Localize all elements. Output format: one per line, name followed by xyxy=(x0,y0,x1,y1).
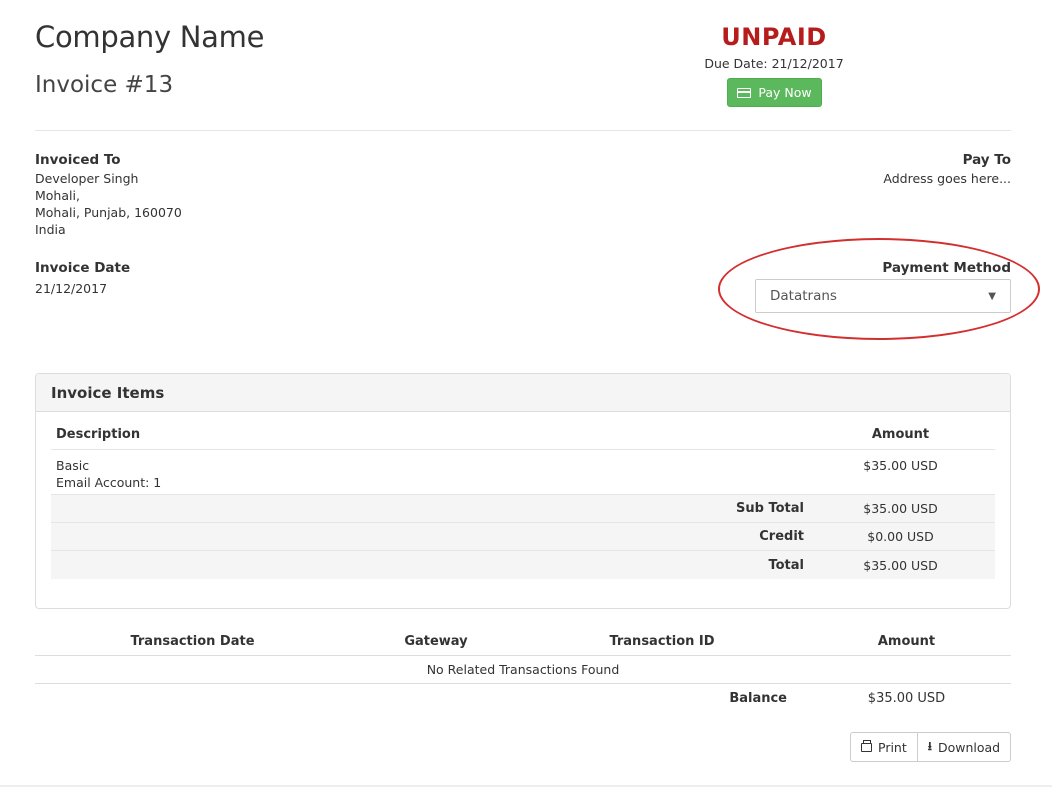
payment-method-select[interactable]: Datatrans ▼ xyxy=(755,279,1011,313)
credit-row: Credit $0.00 USD xyxy=(51,523,995,551)
invoice-items-panel: Invoice Items Description Amount Basic E… xyxy=(35,373,1011,609)
item-detail: Email Account: 1 xyxy=(56,475,162,490)
invoiced-to-line: India xyxy=(35,222,66,237)
balance-value: $35.00 USD xyxy=(867,690,946,706)
balance-row: Balance $35.00 USD xyxy=(35,684,1011,712)
column-header-amount: Amount xyxy=(877,634,936,649)
invoice-date-label: Invoice Date xyxy=(35,260,131,276)
credit-label: Credit xyxy=(759,529,804,544)
invoiced-to-line: Mohali, xyxy=(35,188,80,203)
item-name: Basic xyxy=(56,458,90,473)
invoiced-to-line: Mohali, Punjab, 160070 xyxy=(35,205,182,220)
invoice-date-value: 21/12/2017 xyxy=(35,281,108,296)
invoiced-to-section: Invoiced To Developer Singh Mohali, Moha… xyxy=(35,152,182,238)
table-row: Basic Email Account: 1 $35.00 USD xyxy=(51,450,995,495)
column-header-transaction-id: Transaction ID xyxy=(609,634,715,649)
footer-divider xyxy=(0,785,1052,787)
transactions-table: Transaction Date Gateway Transaction ID … xyxy=(35,628,1011,712)
column-header-amount: Amount xyxy=(871,427,930,442)
item-amount: $35.00 USD xyxy=(863,458,938,473)
print-button[interactable]: Print xyxy=(851,733,917,761)
header-divider xyxy=(35,130,1011,131)
invoice-date-section: Invoice Date 21/12/2017 xyxy=(35,260,130,297)
print-icon xyxy=(861,739,872,752)
no-transactions-message: No Related Transactions Found xyxy=(35,656,1011,684)
sub-total-value: $35.00 USD xyxy=(863,501,938,516)
pay-to-address: Address goes here... xyxy=(883,171,1011,186)
action-buttons: Print ⭳ Download xyxy=(850,732,1012,762)
invoice-number: Invoice #13 xyxy=(35,72,174,98)
column-header-gateway: Gateway xyxy=(404,634,468,649)
credit-value: $0.00 USD xyxy=(867,529,934,544)
total-label: Total xyxy=(768,557,804,573)
download-label: Download xyxy=(937,739,1001,755)
pay-to-label: Pay To xyxy=(962,152,1011,168)
download-icon: ⭳ xyxy=(927,738,932,753)
column-header-description: Description xyxy=(56,427,141,442)
credit-card-icon xyxy=(737,87,752,98)
payment-method-value: Datatrans xyxy=(770,288,837,304)
chevron-down-icon: ▼ xyxy=(988,290,996,302)
total-row: Total $35.00 USD xyxy=(51,551,995,579)
company-name: Company Name xyxy=(35,20,265,54)
invoiced-to-label: Invoiced To xyxy=(35,152,121,168)
pay-now-button[interactable]: Pay Now xyxy=(727,78,822,107)
print-label: Print xyxy=(878,739,907,755)
invoice-status: UNPAID xyxy=(721,23,827,51)
balance-label: Balance xyxy=(729,690,787,706)
sub-total-row: Sub Total $35.00 USD xyxy=(51,495,995,523)
due-date: Due Date: 21/12/2017 xyxy=(704,56,844,71)
pay-to-section: Pay To Address goes here... xyxy=(883,152,1011,187)
table-header-row: Description Amount xyxy=(51,420,995,450)
total-value: $35.00 USD xyxy=(863,557,938,573)
invoiced-to-line: Developer Singh xyxy=(35,171,139,186)
pay-now-label: Pay Now xyxy=(758,85,812,100)
column-header-transaction-date: Transaction Date xyxy=(130,634,255,649)
sub-total-label: Sub Total xyxy=(736,501,804,516)
download-button[interactable]: ⭳ Download xyxy=(916,733,1010,761)
transactions-header-row: Transaction Date Gateway Transaction ID … xyxy=(35,628,1011,656)
invoice-items-title: Invoice Items xyxy=(36,374,1010,412)
payment-method-label: Payment Method xyxy=(882,260,1011,276)
invoice-items-table: Description Amount Basic Email Account: … xyxy=(51,420,995,579)
